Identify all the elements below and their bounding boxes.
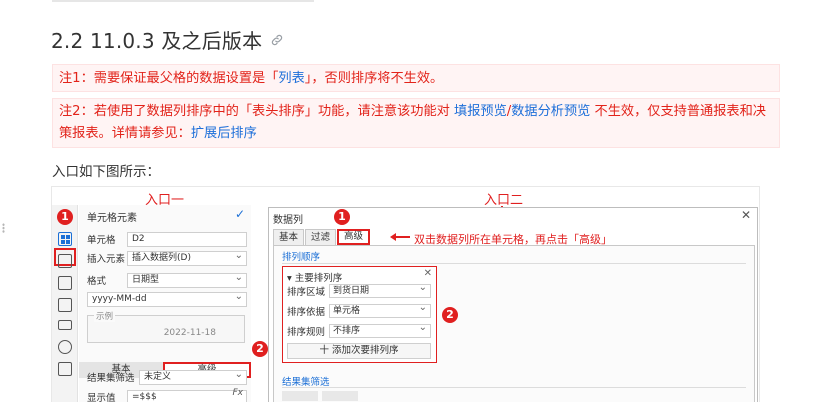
format-row: 格式 日期型 <box>87 271 247 289</box>
dialog-tab-filter[interactable]: 过滤 <box>305 229 337 245</box>
pattern-select[interactable]: yyyy-MM-dd <box>87 290 247 307</box>
step-badge-2: 2 <box>252 341 268 357</box>
format-demo: 示例 2022-11-18 <box>87 310 245 343</box>
drag-handle-icon[interactable] <box>2 223 5 233</box>
formula-icon[interactable]: Fx <box>232 388 243 398</box>
dialog-body: 排列顺序 ▾ 主要排列序 ✕ 排序区域 到货日期 排序依据 单元格 排序规则 不… <box>273 245 755 402</box>
sort-by-label: 排序依据 <box>287 307 326 318</box>
pattern-row: yyyy-MM-dd <box>87 290 247 308</box>
remove-sort-icon[interactable]: ✕ <box>424 268 432 279</box>
dialog-tab-advanced[interactable]: 高级 <box>337 229 371 245</box>
check-icon[interactable]: ✓ <box>235 207 245 221</box>
cell-element-panel: 单元格元素 ✓ 单元格 D2 插入元素 插入数据列(D) 格式 日期型 yyyy… <box>79 205 268 402</box>
format-select[interactable]: 日期型 <box>127 271 247 288</box>
expanded-sort-link[interactable]: 扩展后排序 <box>191 126 257 141</box>
filter-section-title: 结果集筛选 <box>282 377 330 388</box>
sort-area-row: 排序区域 到货日期 <box>287 282 431 299</box>
note-2-text: 注2：若使用了数据列排序中的「表头排序」功能，请注意该功能对 <box>59 104 455 119</box>
filter-section-divider <box>282 387 746 388</box>
instruction-arrow-icon <box>390 233 410 241</box>
insert-select[interactable]: 插入数据列(D) <box>127 249 247 266</box>
dialog-step-badge-1: 1 <box>334 209 350 225</box>
sort-area-label: 排序区域 <box>287 287 326 298</box>
display-label: 显示值 <box>87 393 116 402</box>
display-row: 显示值 =$$$ Fx <box>87 388 247 402</box>
cell-element-icon[interactable] <box>58 232 72 246</box>
filter-select[interactable]: 未定义 <box>139 368 247 385</box>
fill-preview-link[interactable]: 填报预览 <box>454 104 507 119</box>
cell-row: 单元格 D2 <box>87 230 247 248</box>
main-sort-box: ▾ 主要排列序 ✕ 排序区域 到货日期 排序依据 单元格 排序规则 不排序 十 … <box>282 266 437 363</box>
sort-rule-label: 排序规则 <box>287 327 326 338</box>
sort-by-row: 排序依据 单元格 <box>287 302 431 319</box>
filter-label: 结果集筛选 <box>87 373 135 384</box>
sort-rule-select[interactable]: 不排序 <box>329 322 431 338</box>
insert-label: 插入元素 <box>87 254 126 265</box>
cell-field[interactable]: D2 <box>127 231 247 247</box>
demo-value: 2022-11-18 <box>163 328 216 338</box>
top-divider <box>52 0 314 2</box>
filter-controls <box>282 391 358 401</box>
filter-row: 结果集筛选 未定义 <box>87 368 247 386</box>
data-analysis-preview-link[interactable]: 数据分析预览 <box>511 104 590 119</box>
note-1-text: 注1：需要保证最父格的数据设置是「 <box>59 71 279 86</box>
note-1-suffix: 」，否则排序将不生效。 <box>304 71 444 86</box>
add-secondary-sort-button[interactable]: 十 添加次要排列序 <box>287 343 431 359</box>
sort-area-select[interactable]: 到货日期 <box>329 282 431 298</box>
sort-section-title: 排列顺序 <box>282 252 321 263</box>
display-field[interactable]: =$$$ <box>127 389 247 402</box>
close-icon[interactable]: ✕ <box>741 208 751 222</box>
main-sort-header: ▾ 主要排列序 <box>287 273 343 284</box>
dialog-title: 数据列 <box>273 215 303 226</box>
note-2: 注2：若使用了数据列排序中的「表头排序」功能，请注意该功能对 填报预览/数据分析… <box>52 98 780 148</box>
cell-label: 单元格 <box>87 235 116 246</box>
step-badge-1: 1 <box>57 209 73 225</box>
condition-icon[interactable] <box>58 320 72 330</box>
list-link[interactable]: 列表 <box>278 71 304 86</box>
panel-title: 单元格元素 <box>87 213 137 224</box>
sort-section-divider <box>282 263 746 264</box>
cell-attribute-icon[interactable] <box>58 254 72 268</box>
sort-rule-row: 排序规则 不排序 <box>287 322 431 339</box>
dialog-step-badge-2: 2 <box>442 307 458 323</box>
format-label: 格式 <box>87 276 107 287</box>
export-icon[interactable] <box>58 362 72 376</box>
left-icon-bar: 1 <box>52 205 78 402</box>
border-icon[interactable] <box>58 276 72 290</box>
widget-icon[interactable] <box>58 298 72 312</box>
data-column-dialog: 数据列 ✕ 基本 过滤 高级 1 双击数据列所在单元格，再点击「高级」 排列顺序… <box>268 207 758 402</box>
demo-legend: 示例 <box>94 310 116 322</box>
sort-by-select[interactable]: 单元格 <box>329 302 431 318</box>
screenshot-figure: 入口一 入口二 1 单元格元素 ✓ 单元格 D2 插入元素 插入数据列(D) 格… <box>51 186 760 402</box>
dialog-tabs: 基本 过滤 高级 <box>273 229 371 245</box>
hyperlink-icon[interactable] <box>58 340 72 354</box>
dialog-tab-basic[interactable]: 基本 <box>273 229 305 245</box>
note-1: 注1：需要保证最父格的数据设置是「列表」，否则排序将不生效。 <box>52 64 780 92</box>
section-heading: 2.2 11.0.3 及之后版本 <box>51 25 284 54</box>
intro-text: 入口如下图所示： <box>52 164 160 180</box>
section-title: 2.2 11.0.3 及之后版本 <box>51 29 263 53</box>
anchor-link-icon[interactable] <box>270 33 284 47</box>
insert-row: 插入元素 插入数据列(D) <box>87 249 247 267</box>
